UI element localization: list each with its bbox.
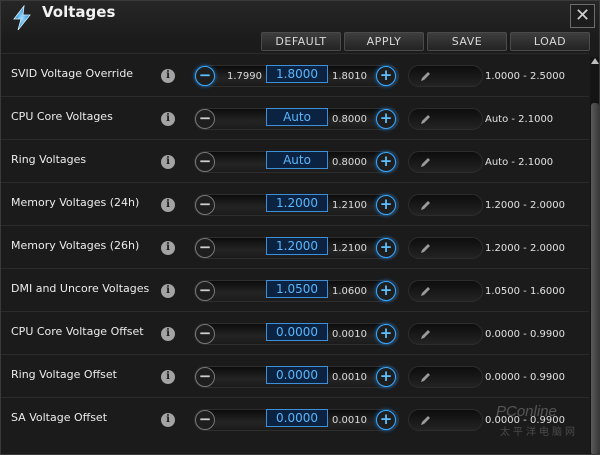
pencil-icon[interactable]: [419, 414, 432, 427]
voltage-row: SVID Voltage Override i − 1.7990 1.8000 …: [1, 53, 589, 96]
upper-step-value: 0.8000: [332, 114, 367, 125]
title-bar: Voltages ✕: [1, 1, 599, 31]
watermark-subtitle: 太平洋电脑网: [500, 427, 578, 438]
voltage-row: Ring Voltages i − Auto 0.8000 + Auto - 2…: [1, 139, 589, 182]
scroll-up-arrow-icon[interactable]: [591, 58, 599, 64]
increase-button[interactable]: +: [376, 195, 396, 215]
load-button[interactable]: LOAD: [510, 32, 590, 51]
current-value-field[interactable]: 1.2000: [266, 194, 328, 212]
increase-button[interactable]: +: [376, 410, 396, 430]
upper-step-value: 0.0010: [332, 372, 367, 383]
upper-step-value: 1.2100: [332, 200, 367, 211]
pencil-icon[interactable]: [419, 371, 432, 384]
increase-button[interactable]: +: [376, 109, 396, 129]
decrease-button[interactable]: −: [195, 66, 215, 86]
default-button[interactable]: DEFAULT: [261, 32, 341, 51]
lightning-bolt-icon: [13, 5, 31, 31]
current-value-field[interactable]: 1.2000: [266, 237, 328, 255]
info-icon[interactable]: i: [161, 241, 175, 255]
scrollbar-thumb[interactable]: [591, 103, 599, 454]
voltage-row: Ring Voltage Offset i − 0.0000 0.0010 + …: [1, 354, 589, 397]
voltage-label: SVID Voltage Override: [11, 67, 134, 80]
voltage-range: Auto - 2.1000: [485, 157, 554, 168]
pencil-icon[interactable]: [419, 199, 432, 212]
close-button[interactable]: ✕: [570, 4, 595, 28]
voltage-row: DMI and Uncore Voltages i − 1.0500 1.060…: [1, 268, 589, 311]
decrease-button[interactable]: −: [195, 238, 215, 258]
increase-button[interactable]: +: [376, 238, 396, 258]
current-value-field[interactable]: 0.0000: [266, 409, 328, 427]
apply-button[interactable]: APPLY: [344, 32, 424, 51]
voltage-label: Ring Voltage Offset: [11, 368, 117, 381]
voltage-label: SA Voltage Offset: [11, 411, 108, 424]
lower-step-value: 1.7990: [227, 71, 262, 82]
increase-button[interactable]: +: [376, 281, 396, 301]
voltage-range: 1.2000 - 2.0000: [485, 243, 565, 254]
voltage-label: DMI and Uncore Voltages: [11, 282, 150, 295]
decrease-button[interactable]: −: [195, 410, 215, 430]
decrease-button[interactable]: −: [195, 324, 215, 344]
current-value-field[interactable]: 1.8000: [266, 65, 328, 83]
watermark-logo: PConline: [496, 403, 557, 420]
upper-step-value: 1.0600: [332, 286, 367, 297]
info-icon[interactable]: i: [161, 155, 175, 169]
voltage-label: Memory Voltages (24h): [11, 196, 140, 209]
decrease-button[interactable]: −: [195, 152, 215, 172]
voltage-label: Memory Voltages (26h): [11, 239, 140, 252]
decrease-button[interactable]: −: [195, 281, 215, 301]
voltage-range: 1.0500 - 1.6000: [485, 286, 565, 297]
info-icon[interactable]: i: [161, 284, 175, 298]
increase-button[interactable]: +: [376, 324, 396, 344]
decrease-button[interactable]: −: [195, 367, 215, 387]
info-icon[interactable]: i: [161, 198, 175, 212]
upper-step-value: 0.0010: [332, 415, 367, 426]
save-button[interactable]: SAVE: [427, 32, 507, 51]
info-icon[interactable]: i: [161, 112, 175, 126]
voltage-row: CPU Core Voltage Offset i − 0.0000 0.001…: [1, 311, 589, 354]
voltage-range: 0.0000 - 0.9900: [485, 329, 565, 340]
increase-button[interactable]: +: [376, 152, 396, 172]
voltage-range: 0.0000 - 0.9900: [485, 372, 565, 383]
voltages-window: Voltages ✕ DEFAULT APPLY SAVE LOAD SVID …: [0, 0, 600, 455]
info-icon[interactable]: i: [161, 327, 175, 341]
decrease-button[interactable]: −: [195, 109, 215, 129]
voltage-row: Memory Voltages (24h) i − 1.2000 1.2100 …: [1, 182, 589, 225]
info-icon[interactable]: i: [161, 413, 175, 427]
current-value-field[interactable]: 0.0000: [266, 366, 328, 384]
pencil-icon[interactable]: [419, 113, 432, 126]
pencil-icon[interactable]: [419, 156, 432, 169]
pencil-icon[interactable]: [419, 285, 432, 298]
current-value-field[interactable]: Auto: [266, 108, 328, 126]
pencil-icon[interactable]: [419, 70, 432, 83]
voltage-label: CPU Core Voltage Offset: [11, 325, 144, 338]
voltage-row: Memory Voltages (26h) i − 1.2000 1.2100 …: [1, 225, 589, 268]
window-title: Voltages: [42, 3, 116, 21]
voltage-range: Auto - 2.1000: [485, 114, 554, 125]
decrease-button[interactable]: −: [195, 195, 215, 215]
info-icon[interactable]: i: [161, 370, 175, 384]
current-value-field[interactable]: Auto: [266, 151, 328, 169]
voltage-range: 1.0000 - 2.5000: [485, 71, 565, 82]
pencil-icon[interactable]: [419, 242, 432, 255]
voltage-label: Ring Voltages: [11, 153, 87, 166]
increase-button[interactable]: +: [376, 66, 396, 86]
upper-step-value: 0.0010: [332, 329, 367, 340]
increase-button[interactable]: +: [376, 367, 396, 387]
info-icon[interactable]: i: [161, 69, 175, 83]
voltage-row: CPU Core Voltages i − Auto 0.8000 + Auto…: [1, 96, 589, 139]
upper-step-value: 0.8000: [332, 157, 367, 168]
upper-step-value: 1.8010: [332, 71, 367, 82]
current-value-field[interactable]: 1.0500: [266, 280, 328, 298]
upper-step-value: 1.2100: [332, 243, 367, 254]
pencil-icon[interactable]: [419, 328, 432, 341]
voltage-range: 1.2000 - 2.0000: [485, 200, 565, 211]
current-value-field[interactable]: 0.0000: [266, 323, 328, 341]
voltage-label: CPU Core Voltages: [11, 110, 113, 123]
